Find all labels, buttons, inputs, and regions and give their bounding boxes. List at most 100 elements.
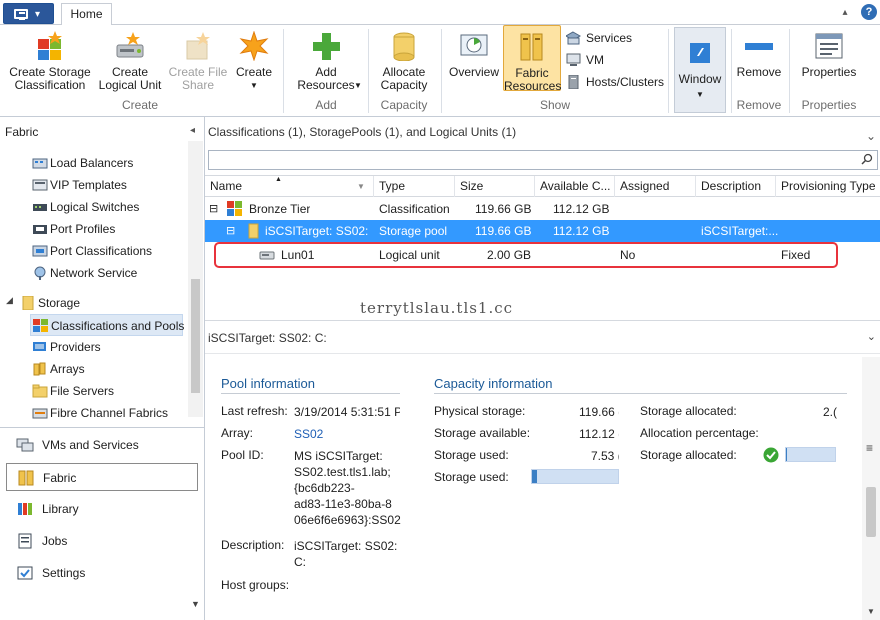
column-header-name[interactable]: Name ▲ ▼ <box>205 176 374 197</box>
column-header-available[interactable]: Available C... <box>535 176 615 197</box>
group-label-add: Add <box>315 98 337 112</box>
storage-available-value: 112.12 ( <box>579 427 619 441</box>
nav-item-fibre-channel-fabrics[interactable]: Fibre Channel Fabrics <box>30 402 168 424</box>
column-header-provisioning-type[interactable]: Provisioning Type <box>776 176 880 197</box>
vip-template-icon <box>32 179 48 191</box>
expander-icon[interactable]: ◢ <box>6 295 13 306</box>
minimize-ribbon-icon[interactable]: ▴ <box>838 6 852 20</box>
remove-button[interactable]: Remove <box>734 25 784 91</box>
nav-item-load-balancers[interactable]: Load Balancers <box>30 152 133 174</box>
services-icon <box>566 31 581 45</box>
scrollbar-thumb[interactable] <box>866 487 876 537</box>
fibre-channel-icon <box>32 408 48 419</box>
nav-item-port-profiles[interactable]: Port Profiles <box>30 218 115 240</box>
grid-header: Name ▲ ▼ Type Size Available C... Assign… <box>205 175 880 197</box>
allocate-capacity-button[interactable]: Allocate Capacity <box>372 25 436 92</box>
create-file-share-button[interactable]: Create File Share <box>164 25 232 92</box>
hosts-clusters-button[interactable]: Hosts/Clusters <box>566 72 664 92</box>
column-header-assigned[interactable]: Assigned <box>615 176 696 197</box>
tab-home[interactable]: Home <box>61 3 112 26</box>
last-refresh-label: Last refresh: <box>221 404 288 418</box>
column-label: Provisioning Type <box>781 179 876 193</box>
properties-button[interactable]: Properties <box>795 25 863 91</box>
nav-item-vip-templates[interactable]: VIP Templates <box>30 174 127 196</box>
port-classification-icon <box>32 245 48 257</box>
column-label: Type <box>379 179 406 193</box>
column-header-type[interactable]: Type <box>374 176 455 197</box>
chevron-down-icon[interactable]: ▼ <box>867 607 875 616</box>
table-row[interactable]: ⊟ Bronze Tier Classification 119.66 GB 1… <box>205 198 880 220</box>
search-input[interactable] <box>208 150 878 170</box>
nav-item-label: Port Profiles <box>50 222 116 236</box>
group-label-capacity: Capacity <box>380 98 428 112</box>
nav-item-providers[interactable]: Providers <box>30 336 101 358</box>
column-header-size[interactable]: Size <box>455 176 535 197</box>
cell-size: 119.66 GB <box>475 202 532 216</box>
vm-button[interactable]: VM <box>566 50 604 70</box>
remove-label: Remove <box>736 65 782 79</box>
column-header-description[interactable]: Description <box>696 176 776 197</box>
scrollbar-thumb[interactable] <box>191 279 200 393</box>
workspace-label: Fabric <box>43 471 77 485</box>
description-label: Description: <box>221 538 285 552</box>
column-label: Assigned <box>620 179 670 193</box>
array-icon <box>33 362 46 376</box>
disk-icon <box>116 32 144 58</box>
workspace-fabric[interactable]: Fabric <box>6 463 198 491</box>
filter-dropdown-icon[interactable]: ▼ <box>357 176 365 197</box>
pool-id-line: ad83-11e3-80ba-8 <box>294 497 392 511</box>
help-icon[interactable]: ? <box>861 4 877 20</box>
services-button[interactable]: Services <box>566 28 632 48</box>
workspace-label: Library <box>42 502 79 516</box>
add-resources-button[interactable]: Add Resources ▼ <box>288 25 364 92</box>
library-icon <box>18 503 32 515</box>
file-share-icon <box>186 32 210 60</box>
database-icon <box>393 32 415 61</box>
chevron-down-icon[interactable]: ⌄ <box>867 330 876 343</box>
port-profile-icon <box>33 225 47 234</box>
nav-item-classifications-and-pools[interactable]: Classifications and Pools <box>30 314 185 336</box>
page-title: Classifications (1), StoragePools (1), a… <box>208 125 517 139</box>
workspace-settings[interactable]: Settings <box>6 559 198 587</box>
workspace-library[interactable]: Library <box>6 495 198 523</box>
nav-item-label: Classifications and Pools <box>51 319 185 333</box>
chevron-down-icon[interactable]: ⌄ <box>866 129 876 143</box>
details-scrollbar[interactable]: ≡ ▼ <box>862 357 880 620</box>
create-logical-unit-button[interactable]: Create Logical Unit <box>96 25 164 92</box>
storage-allocated-label: Storage allocated: <box>640 404 737 418</box>
chevron-down-icon[interactable]: ▼ <box>191 599 200 609</box>
window-button[interactable]: Window ▼ <box>674 27 726 113</box>
nav-item-label: Arrays <box>50 362 85 376</box>
nav-item-file-servers[interactable]: File Servers <box>30 380 114 402</box>
properties-icon <box>815 33 843 59</box>
nav-item-label: File Servers <box>50 384 115 398</box>
fabric-resources-label: Fabric Resources <box>504 66 562 93</box>
create-storage-classification-button[interactable]: Create Storage Classification <box>4 25 96 92</box>
collapse-toggle-icon[interactable]: ⊟ <box>209 198 218 220</box>
nav-item-logical-switches[interactable]: Logical Switches <box>30 196 139 218</box>
nav-item-port-classifications[interactable]: Port Classifications <box>30 240 152 262</box>
overview-label: Overview <box>448 65 499 79</box>
create-dropdown-button[interactable]: Create ▼ <box>232 25 276 91</box>
workspace-vms-and-services[interactable]: VMs and Services <box>6 431 198 459</box>
overview-button[interactable]: Overview <box>446 25 502 91</box>
capacity-information-heading: Capacity information <box>434 376 553 391</box>
hosts-clusters-label: Hosts/Clusters <box>586 75 665 89</box>
nav-item-storage[interactable]: Storage <box>18 292 80 314</box>
nav-item-network-service[interactable]: Network Service <box>30 262 137 284</box>
group-label-remove: Remove <box>736 98 782 112</box>
nav-item-arrays[interactable]: Arrays <box>30 358 85 380</box>
array-link[interactable]: SS02 <box>294 426 323 442</box>
app-menu-button[interactable]: ▾ <box>3 3 54 24</box>
table-row[interactable]: ⊟ iSCSITarget: SS02: C: Storage pool 119… <box>205 220 880 242</box>
collapse-pane-icon[interactable]: ◂ <box>190 125 195 136</box>
host-groups-label: Host groups: <box>221 578 290 592</box>
fabric-resources-button[interactable]: Fabric Resources <box>503 25 562 93</box>
details-header[interactable]: iSCSITarget: SS02: C: ⌄ <box>205 320 880 354</box>
nav-scrollbar[interactable] <box>188 141 203 417</box>
search-icon[interactable] <box>861 153 873 165</box>
collapse-toggle-icon[interactable]: ⊟ <box>226 220 235 242</box>
description-line: iSCSITarget: SS02: <box>294 539 398 553</box>
workspace-jobs[interactable]: Jobs <box>6 527 198 555</box>
cell-available: 112.12 GB <box>553 224 610 238</box>
